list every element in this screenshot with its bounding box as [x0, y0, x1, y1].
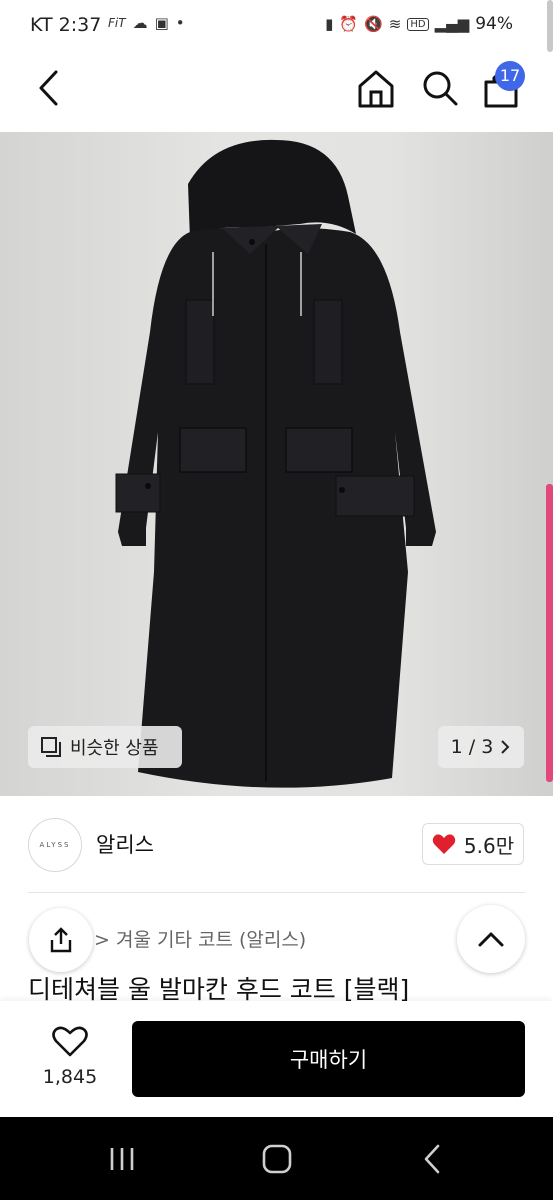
- fit-icon: FiT: [108, 16, 126, 30]
- edge-scroll-handle[interactable]: [546, 484, 553, 782]
- signal-icon: ▂▄▆: [434, 15, 470, 33]
- divider: [28, 892, 525, 893]
- sim-icon: ▮: [325, 15, 334, 33]
- rounded-square-home-icon: [262, 1144, 292, 1174]
- brand-like-count: 5.6만: [463, 833, 515, 858]
- clock-text: KT 2:37: [30, 14, 102, 36]
- gallery-icon: ▣: [154, 14, 169, 32]
- search-icon: [423, 71, 458, 106]
- chevron-right-icon: [501, 740, 510, 754]
- cloud-icon: ☁: [132, 14, 148, 32]
- heart-outline-icon: [52, 1026, 88, 1057]
- system-icons: ▮ ⏰ 🔇 ≋ HD ▂▄▆ 94%: [325, 14, 513, 34]
- wishlist-count: 1,845: [42, 1066, 98, 1088]
- battery-text: 94%: [475, 14, 513, 34]
- chevron-up-icon: [478, 932, 504, 947]
- brand-logo-text: ALYSS: [39, 841, 71, 849]
- system-back-button[interactable]: [418, 1142, 448, 1176]
- similar-products-button[interactable]: 비슷한 상품: [28, 726, 182, 768]
- back-button[interactable]: [30, 66, 70, 110]
- cart-count-badge: 17: [495, 61, 525, 91]
- mute-icon: 🔇: [364, 15, 383, 33]
- search-button[interactable]: [416, 64, 464, 112]
- similar-products-label: 비슷한 상품: [70, 738, 159, 759]
- brand-like-button[interactable]: 5.6만: [422, 823, 524, 865]
- recent-apps-button[interactable]: [105, 1142, 139, 1176]
- wishlist-button[interactable]: 1,845: [30, 1022, 110, 1094]
- notification-icons: FiT ☁ ▣ •: [108, 14, 185, 32]
- buy-button[interactable]: 구매하기: [132, 1021, 525, 1097]
- image-counter-button[interactable]: 1 / 3: [438, 726, 524, 768]
- brand-name[interactable]: 알리스: [96, 829, 154, 859]
- similar-items-icon: [41, 737, 61, 757]
- brand-logo[interactable]: ALYSS: [28, 818, 82, 872]
- coat-illustration: [115, 139, 436, 788]
- share-button[interactable]: [29, 908, 93, 972]
- chevron-left-icon: [39, 70, 58, 106]
- category-breadcrumb[interactable]: > 겨울 기타 코트 (알리스): [94, 925, 306, 952]
- back-arrow-icon: [424, 1144, 440, 1174]
- heart-filled-icon: [432, 834, 456, 854]
- home-icon: [358, 70, 394, 108]
- home-button[interactable]: [352, 64, 400, 112]
- system-home-button[interactable]: [260, 1142, 294, 1176]
- page-scroll-indicator: [547, 0, 553, 52]
- product-image[interactable]: [0, 132, 553, 796]
- share-icon: [50, 927, 72, 953]
- image-counter-text: 1 / 3: [450, 736, 494, 758]
- wifi-icon: ≋: [388, 15, 402, 33]
- scroll-to-top-button[interactable]: [457, 905, 525, 973]
- recent-apps-icon: [110, 1148, 134, 1170]
- status-bar: KT 2:37 FiT ☁ ▣ • ▮ ⏰ 🔇 ≋ HD ▂▄▆ 94%: [0, 0, 553, 52]
- hd-icon: HD: [407, 17, 429, 31]
- app-header: 17: [0, 52, 553, 132]
- dot-icon: •: [175, 14, 185, 32]
- alarm-icon: ⏰: [339, 15, 359, 33]
